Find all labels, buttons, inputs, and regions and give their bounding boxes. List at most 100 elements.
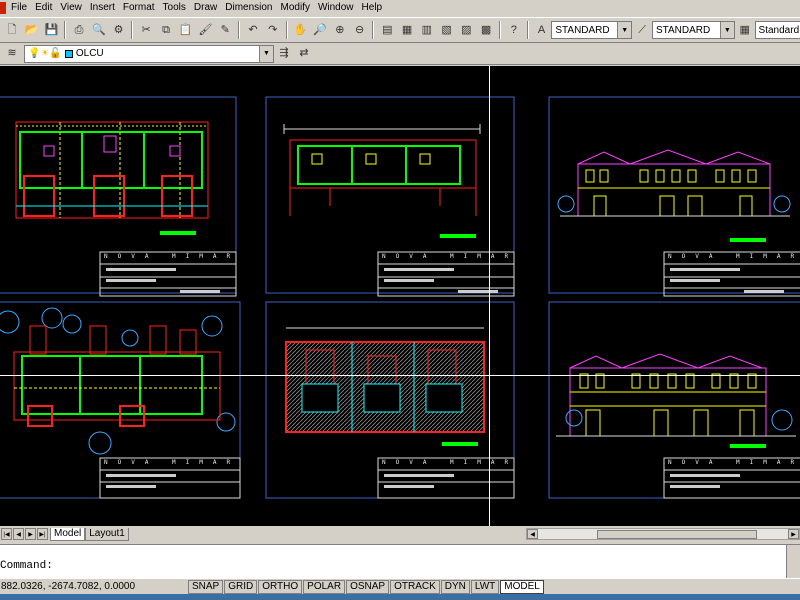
coordinate-readout[interactable]: 882.0326, -2674.7082, 0.0000 xyxy=(0,581,188,592)
toolbar-separator xyxy=(238,21,241,39)
title-block-text: NOVA MIMARLIK xyxy=(668,459,796,466)
text-style-value: STANDARD xyxy=(555,24,610,36)
sheet-floor-plan-1 xyxy=(0,96,237,297)
dyn-toggle[interactable]: DYN xyxy=(440,579,470,594)
text-style-select[interactable]: STANDARD ▼ xyxy=(551,21,633,39)
next-tab-icon[interactable]: ▶ xyxy=(25,528,36,540)
make-object-layer-current-icon[interactable]: ⇶ xyxy=(275,45,293,63)
zoom-previous-icon[interactable]: ⊖ xyxy=(351,21,369,39)
prev-tab-icon[interactable]: ◀ xyxy=(13,528,24,540)
markup-icon[interactable]: ▨ xyxy=(457,21,475,39)
menu-insert[interactable]: Insert xyxy=(86,0,119,16)
model-space-toggle[interactable]: MODEL xyxy=(500,579,544,594)
redo-icon[interactable]: ↷ xyxy=(264,21,282,39)
menu-edit[interactable]: Edit xyxy=(31,0,56,16)
polar-toggle[interactable]: POLAR xyxy=(303,579,346,594)
status-bar: 882.0326, -2674.7082, 0.0000 SNAP GRID O… xyxy=(0,578,800,594)
first-tab-icon[interactable]: |◀ xyxy=(1,528,12,540)
toolbar-separator xyxy=(131,21,134,39)
scroll-right-icon[interactable]: ▶ xyxy=(788,529,799,539)
layout-tabs-bar: |◀ ◀ ▶ ▶| Model Layout1 ◀ ▶ xyxy=(0,526,800,542)
zoom-window-icon[interactable]: ⊕ xyxy=(331,21,349,39)
copy-icon[interactable]: ⧉ xyxy=(157,21,175,39)
toolbar-separator xyxy=(372,21,375,39)
taskbar xyxy=(0,594,800,600)
command-prompt[interactable]: Command: xyxy=(0,560,53,572)
zoom-realtime-icon[interactable]: 🔎 xyxy=(311,21,329,39)
paste-icon[interactable]: 📋 xyxy=(177,21,195,39)
grid-toggle[interactable]: GRID xyxy=(224,579,258,594)
pan-icon[interactable]: ✋ xyxy=(292,21,310,39)
otrack-toggle[interactable]: OTRACK xyxy=(390,579,440,594)
table-style-select[interactable]: Standard xyxy=(754,21,800,39)
layer-color-swatch xyxy=(64,49,73,58)
layer-select[interactable]: 💡 ☀ 🔓 OLCU ▼ xyxy=(24,44,274,63)
chevron-down-icon[interactable]: ▼ xyxy=(617,22,632,38)
layer-lock-icon: 🔓 xyxy=(49,48,62,59)
menu-file[interactable]: File xyxy=(7,0,31,16)
calculator-icon[interactable]: ▩ xyxy=(477,21,495,39)
plot-preview-icon[interactable]: 🔍 xyxy=(90,21,108,39)
menu-dimension[interactable]: Dimension xyxy=(221,0,276,16)
sheet-set-icon[interactable]: ▧ xyxy=(438,21,456,39)
menu-window[interactable]: Window xyxy=(314,0,358,16)
toolbar-separator xyxy=(285,21,288,39)
toolbar-separator xyxy=(498,21,501,39)
menu-tools[interactable]: Tools xyxy=(159,0,190,16)
command-window[interactable]: Command: xyxy=(0,544,800,579)
undo-icon[interactable]: ↶ xyxy=(244,21,262,39)
layer-on-icon: 💡 xyxy=(28,48,41,59)
menu-bar: File Edit View Insert Format Tools Draw … xyxy=(0,0,800,16)
snap-toggle[interactable]: SNAP xyxy=(188,579,224,594)
menu-view[interactable]: View xyxy=(56,0,86,16)
layers-toolbar: ≋ 💡 ☀ 🔓 OLCU ▼ ⇶ ⇄ xyxy=(0,43,800,65)
sheet-plan-2 xyxy=(265,96,515,297)
match-properties-icon[interactable]: 🖌 xyxy=(197,21,215,39)
new-file-icon[interactable]: 🗋 xyxy=(3,21,21,39)
chevron-down-icon[interactable]: ▼ xyxy=(259,45,273,62)
text-style-icon[interactable]: A xyxy=(533,21,551,39)
tool-palettes-icon[interactable]: ▥ xyxy=(418,21,436,39)
dim-style-icon[interactable]: ⟋ xyxy=(633,21,651,39)
menu-modify[interactable]: Modify xyxy=(277,0,314,16)
save-icon[interactable]: 💾 xyxy=(42,21,60,39)
layer-previous-icon[interactable]: ⇄ xyxy=(295,45,313,63)
plot-icon[interactable]: ⎙ xyxy=(70,21,88,39)
menu-format[interactable]: Format xyxy=(119,0,159,16)
tab-model[interactable]: Model xyxy=(50,527,86,541)
open-icon[interactable]: 📂 xyxy=(23,21,41,39)
dim-style-value: STANDARD xyxy=(655,24,711,36)
title-block-text: NOVA MIMARLIK xyxy=(382,459,510,466)
dim-style-select[interactable]: STANDARD ▼ xyxy=(651,21,735,39)
last-tab-icon[interactable]: ▶| xyxy=(37,528,48,540)
crosshair-vertical xyxy=(489,66,490,526)
table-style-value: Standard xyxy=(758,24,800,36)
lwt-toggle[interactable]: LWT xyxy=(470,579,500,594)
properties-icon[interactable]: ▤ xyxy=(378,21,396,39)
drawing-area[interactable]: NOVA MIMARLIK NOVA MIMARLIK NOVA MIMARLI… xyxy=(0,66,800,526)
layer-manager-icon[interactable]: ≋ xyxy=(3,45,21,63)
app-menu-icon[interactable] xyxy=(0,2,6,14)
drawing-svg xyxy=(0,96,800,499)
block-editor-icon[interactable]: ✎ xyxy=(216,21,234,39)
layer-name: OLCU xyxy=(75,48,104,59)
menu-draw[interactable]: Draw xyxy=(190,0,221,16)
toolbar-separator xyxy=(64,21,67,39)
ortho-toggle[interactable]: ORTHO xyxy=(258,579,303,594)
menu-help[interactable]: Help xyxy=(358,0,387,16)
help-icon[interactable]: ? xyxy=(505,21,523,39)
scroll-left-icon[interactable]: ◀ xyxy=(527,529,538,539)
scrollbar-thumb[interactable] xyxy=(597,530,757,539)
standard-toolbar: 🗋 📂 💾 ⎙ 🔍 ⚙ ✂ ⧉ 📋 🖌 ✎ ↶ ↷ ✋ 🔎 ⊕ ⊖ ▤ ▦ ▥ … xyxy=(0,17,800,43)
horizontal-scrollbar[interactable]: ◀ ▶ xyxy=(526,528,800,540)
tab-layout1[interactable]: Layout1 xyxy=(85,527,129,541)
chevron-down-icon[interactable]: ▼ xyxy=(719,22,734,38)
command-scrollbar[interactable] xyxy=(786,545,800,579)
publish-icon[interactable]: ⚙ xyxy=(110,21,128,39)
title-block-text: NOVA MIMARLIK xyxy=(382,253,510,260)
sheet-elevation-1 xyxy=(548,96,800,297)
design-center-icon[interactable]: ▦ xyxy=(398,21,416,39)
osnap-toggle[interactable]: OSNAP xyxy=(346,579,390,594)
cut-icon[interactable]: ✂ xyxy=(137,21,155,39)
table-style-icon[interactable]: ▦ xyxy=(736,21,754,39)
